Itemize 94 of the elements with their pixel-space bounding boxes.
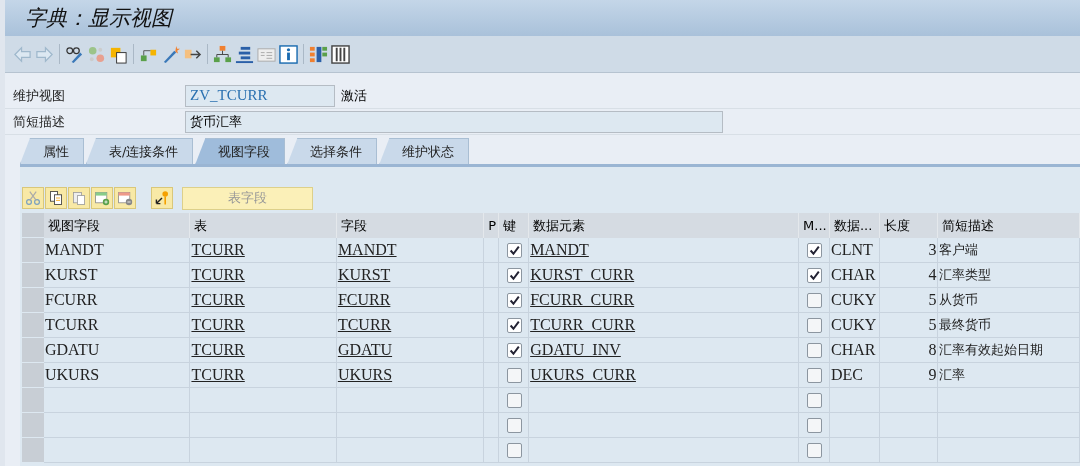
tab[interactable]: 选择条件 bbox=[287, 138, 378, 164]
table-cell[interactable]: MANDT bbox=[336, 238, 485, 263]
checkbox[interactable] bbox=[506, 392, 522, 408]
status-text: 激活 bbox=[341, 86, 367, 105]
table-cell: KURST bbox=[44, 263, 191, 288]
back-arrow-icon[interactable] bbox=[13, 44, 32, 64]
tab[interactable]: 表/连接条件 bbox=[86, 138, 194, 164]
table-cell: CUKY bbox=[829, 288, 880, 313]
column-header[interactable]: 视图字段 bbox=[44, 213, 191, 238]
table-cell: 4 bbox=[879, 263, 938, 288]
table-cell: 3 bbox=[879, 238, 938, 263]
checkbox[interactable] bbox=[807, 267, 822, 283]
table-cell[interactable]: TCURR bbox=[190, 288, 337, 313]
column-header[interactable]: 表 bbox=[190, 213, 337, 238]
column-header[interactable]: 键 bbox=[499, 213, 530, 238]
table-cell[interactable]: KURST bbox=[336, 263, 485, 288]
checkbox[interactable] bbox=[506, 242, 522, 258]
table-cell: 5 bbox=[879, 288, 938, 313]
tab[interactable]: 维护状态 bbox=[379, 138, 470, 164]
checkbox[interactable] bbox=[506, 292, 522, 308]
checkbox[interactable] bbox=[807, 367, 822, 383]
table-cell: CUKY bbox=[829, 313, 880, 338]
checkbox[interactable] bbox=[807, 442, 822, 458]
table-cell[interactable]: UKURS bbox=[336, 363, 485, 388]
table-cell: 8 bbox=[879, 338, 938, 363]
table-cell: 客户端 bbox=[937, 238, 1080, 263]
table-cell[interactable]: TCURR_CURR bbox=[529, 313, 800, 338]
field-label: 简短描述 bbox=[12, 112, 66, 131]
info-icon[interactable] bbox=[279, 44, 298, 64]
forward-arrow-icon[interactable] bbox=[35, 44, 54, 64]
column-header[interactable]: P bbox=[484, 213, 500, 238]
hierarchy-icon[interactable] bbox=[213, 44, 232, 64]
table-cell: CHAR bbox=[829, 338, 880, 363]
column-header[interactable]: 字段 bbox=[336, 213, 485, 238]
table-cell: 最终货币 bbox=[937, 313, 1080, 338]
table-cell[interactable]: TCURR bbox=[190, 238, 337, 263]
checkbox[interactable] bbox=[506, 267, 522, 283]
table-cell[interactable]: GDATU_INV bbox=[529, 338, 800, 363]
column-header[interactable]: 数据元素 bbox=[529, 213, 800, 238]
column-header[interactable]: 长度 bbox=[879, 213, 938, 238]
columns-grid-icon[interactable] bbox=[331, 44, 350, 64]
table-cell[interactable]: UKURS_CURR bbox=[529, 363, 800, 388]
column-header[interactable]: 简短描述 bbox=[937, 213, 1080, 238]
copy-icon[interactable] bbox=[45, 187, 67, 209]
key-icon[interactable] bbox=[151, 187, 173, 209]
table-cell[interactable]: TCURR bbox=[190, 338, 337, 363]
table-cell: TCURR bbox=[44, 313, 191, 338]
checkbox[interactable] bbox=[506, 342, 522, 358]
table-cell[interactable]: FCURR bbox=[336, 288, 485, 313]
column-header[interactable]: M... bbox=[799, 213, 830, 238]
checkbox[interactable] bbox=[807, 342, 822, 358]
tab[interactable]: 属性 bbox=[20, 138, 84, 164]
table-cell: MANDT bbox=[44, 238, 191, 263]
table-cell: 汇率类型 bbox=[937, 263, 1080, 288]
table-cell: 汇率有效起始日期 bbox=[937, 338, 1080, 363]
table-cell: 5 bbox=[879, 313, 938, 338]
table-cell[interactable]: GDATU bbox=[336, 338, 485, 363]
checkbox[interactable] bbox=[807, 392, 822, 408]
table-cell: GDATU bbox=[44, 338, 191, 363]
checkbox[interactable] bbox=[807, 417, 822, 433]
table-cell: CHAR bbox=[829, 263, 880, 288]
table-cell[interactable]: TCURR bbox=[190, 313, 337, 338]
checkbox[interactable] bbox=[807, 317, 822, 333]
table-cell[interactable]: KURST_CURR bbox=[529, 263, 800, 288]
stack-icon[interactable] bbox=[235, 44, 254, 64]
table-cell: 汇率 bbox=[937, 363, 1080, 388]
checkbox[interactable] bbox=[506, 417, 522, 433]
checkbox[interactable] bbox=[807, 292, 822, 308]
table-cell[interactable]: TCURR bbox=[190, 363, 337, 388]
tab[interactable]: 视图字段 bbox=[195, 138, 286, 164]
add-row-icon[interactable] bbox=[91, 187, 113, 209]
table-cell: 9 bbox=[879, 363, 938, 388]
table-cell[interactable]: FCURR_CURR bbox=[529, 288, 800, 313]
table-cell: FCURR bbox=[44, 288, 191, 313]
table-cell[interactable]: MANDT bbox=[529, 238, 800, 263]
table-cell: DEC bbox=[829, 363, 880, 388]
delete-row-icon[interactable] bbox=[114, 187, 136, 209]
table-cell: UKURS bbox=[44, 363, 191, 388]
table-cell[interactable]: TCURR bbox=[336, 313, 485, 338]
window-title: 字典：显示视图 bbox=[25, 5, 172, 32]
checkbox[interactable] bbox=[506, 317, 522, 333]
checkbox[interactable] bbox=[506, 367, 522, 383]
glasses-pencil-icon[interactable] bbox=[65, 44, 84, 64]
wand-icon[interactable] bbox=[161, 44, 180, 64]
layout-blocks-icon[interactable] bbox=[309, 44, 328, 64]
column-header[interactable]: 数据... bbox=[829, 213, 880, 238]
table-cell: CLNT bbox=[829, 238, 880, 263]
table-cell: 从货币 bbox=[937, 288, 1080, 313]
checkbox[interactable] bbox=[506, 442, 522, 458]
view-name-field[interactable]: ZV_TCURR bbox=[185, 84, 335, 107]
table-cell[interactable]: TCURR bbox=[190, 263, 337, 288]
field-label: 维护视图 bbox=[12, 86, 66, 105]
checkbox[interactable] bbox=[807, 242, 822, 258]
description-field[interactable]: 货币汇率 bbox=[185, 110, 723, 133]
